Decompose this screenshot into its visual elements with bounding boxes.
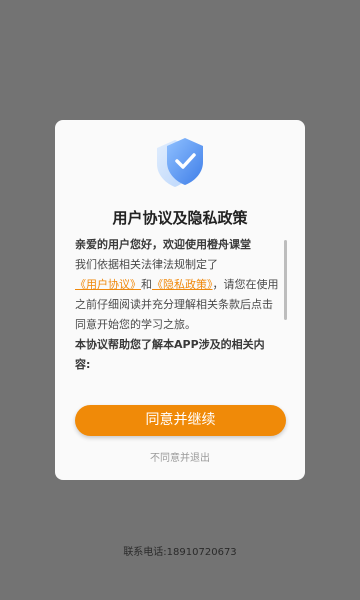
contact-phone: 联系电话:18910720673 bbox=[123, 547, 237, 558]
and-text: 和 bbox=[141, 278, 152, 291]
greeting-text: 亲爱的用户您好，欢迎使用橙舟课堂 bbox=[75, 238, 251, 251]
user-agreement-link[interactable]: 《用户协议》 bbox=[75, 278, 141, 291]
privacy-policy-link[interactable]: 《隐私政策》 bbox=[152, 278, 213, 291]
agreement-dialog: 用户协议及隐私政策 亲爱的用户您好，欢迎使用橙舟课堂 我们依据相关法律法规制定了… bbox=[55, 120, 305, 480]
body-prefix: 我们依据相关法律法规制定了 bbox=[75, 258, 218, 271]
shield-check-icon bbox=[157, 138, 203, 187]
dialog-title: 用户协议及隐私政策 bbox=[112, 209, 248, 227]
agree-continue-button[interactable]: 同意并继续 bbox=[75, 405, 286, 436]
content-scrollbar[interactable] bbox=[284, 240, 287, 320]
agreement-content[interactable]: 亲爱的用户您好，欢迎使用橙舟课堂 我们依据相关法律法规制定了《用户协议》和《隐私… bbox=[75, 235, 280, 380]
decline-exit-link[interactable]: 不同意并退出 bbox=[55, 449, 305, 464]
agreement-body: 我们依据相关法律法规制定了《用户协议》和《隐私政策》，请您在使用之前仔细阅读并充… bbox=[75, 255, 280, 335]
section-heading: 本协议帮助您了解本APP涉及的相关内容: bbox=[75, 338, 265, 371]
